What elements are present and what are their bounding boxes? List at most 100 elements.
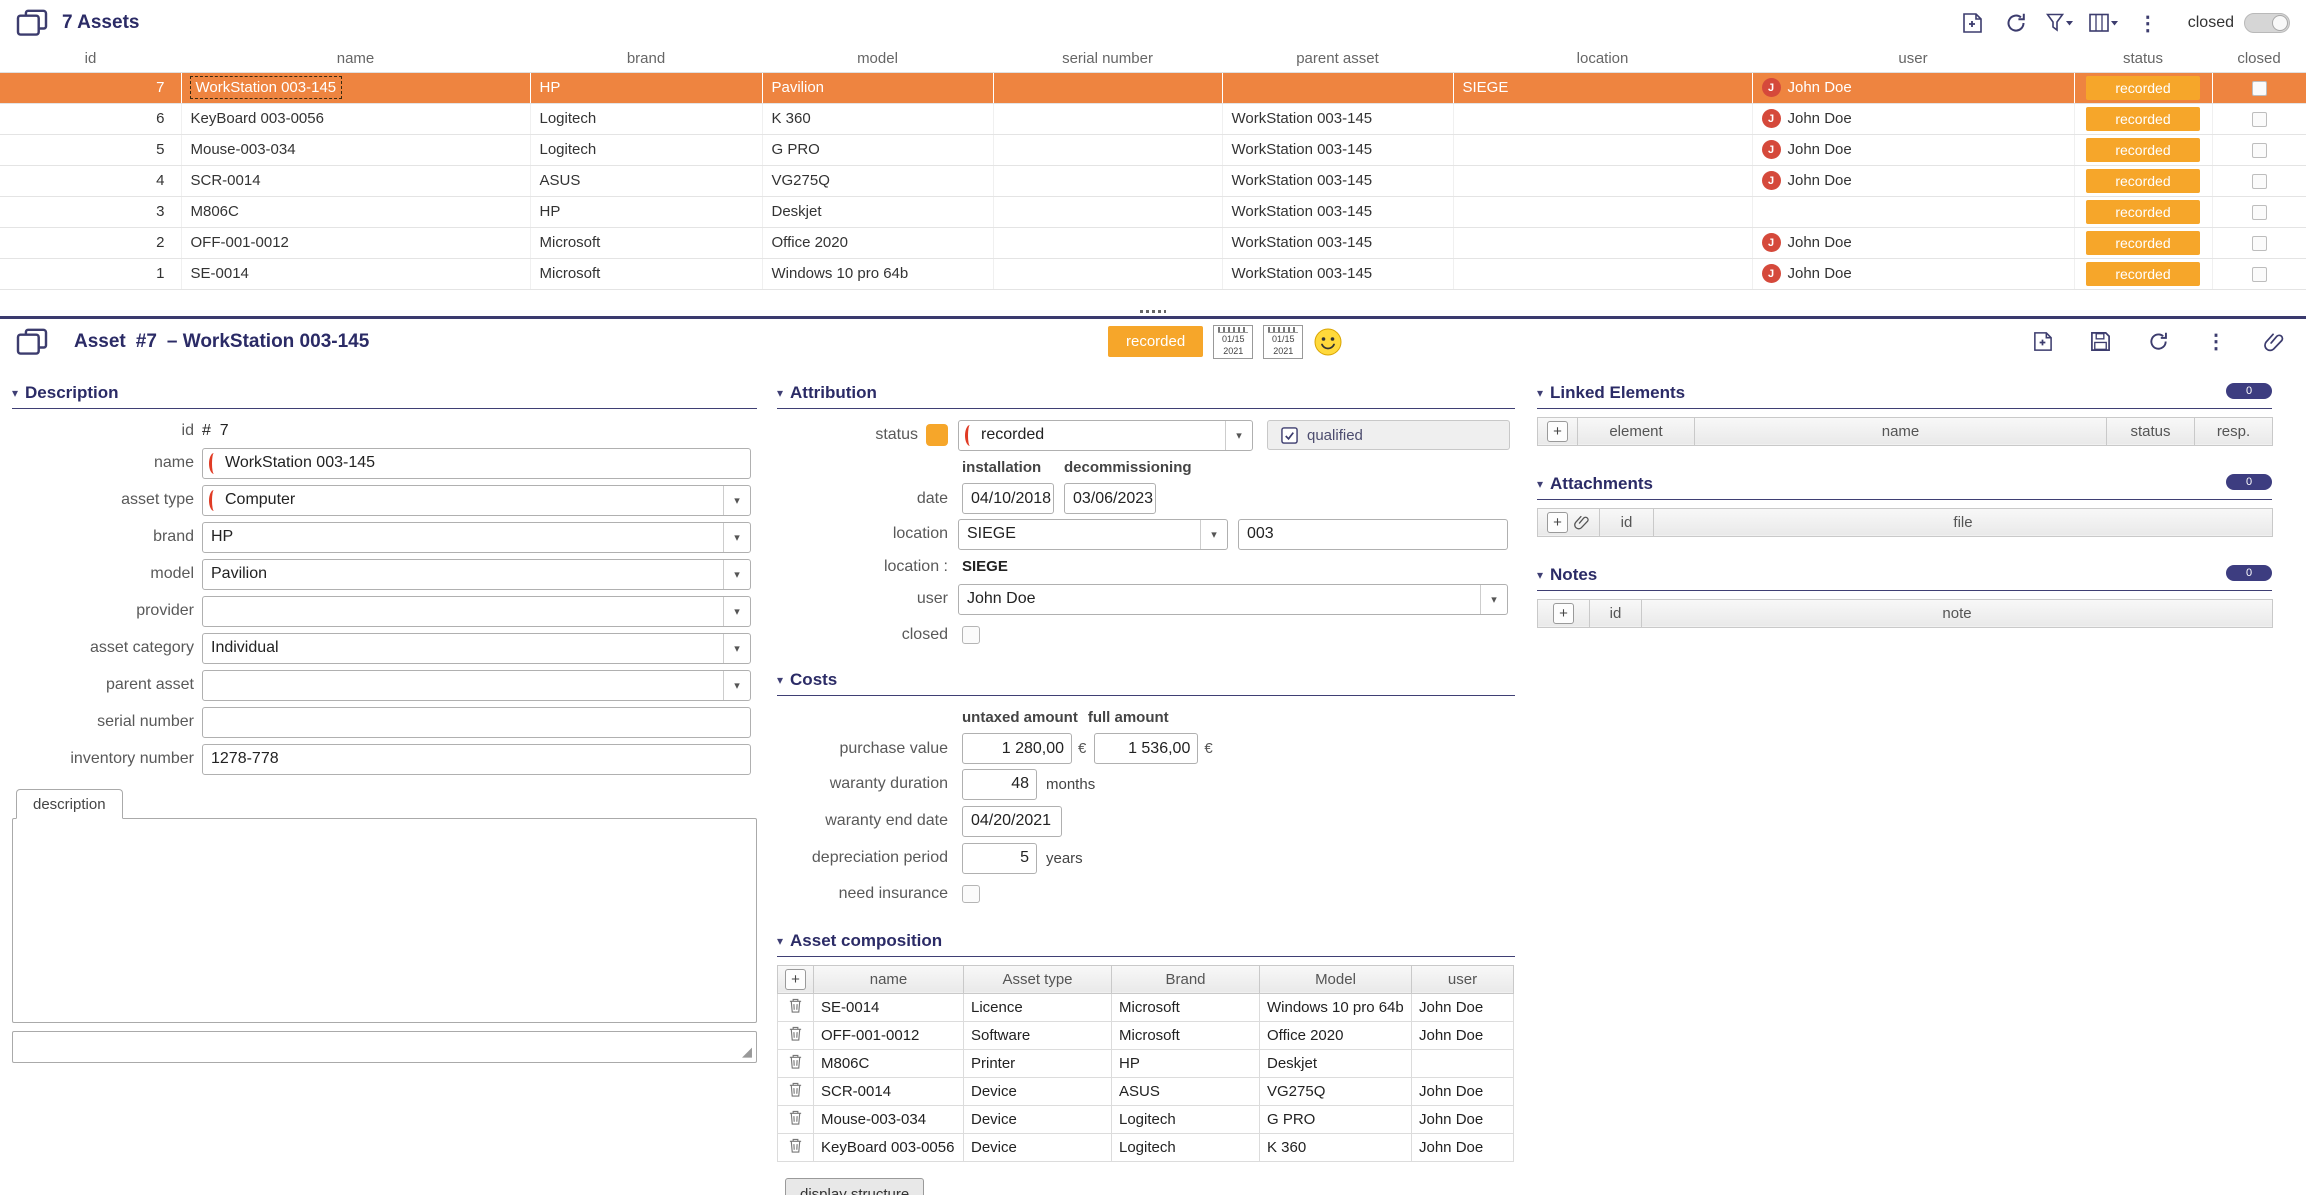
cell-id[interactable]: 7: [0, 72, 182, 104]
cell-id[interactable]: 2: [0, 227, 182, 259]
trash-icon[interactable]: [788, 1081, 803, 1098]
cell-closed[interactable]: [2212, 227, 2306, 259]
waranty-duration-input[interactable]: 48: [962, 768, 1037, 800]
qualified-button[interactable]: qualified: [1267, 420, 1510, 450]
closed-filter-toggle[interactable]: [2244, 13, 2290, 33]
note-add-icon[interactable]: [2026, 327, 2058, 357]
cell-closed[interactable]: [2212, 103, 2306, 135]
cell-brand[interactable]: HP: [1111, 1048, 1260, 1078]
cell-asset-type[interactable]: Printer: [963, 1048, 1112, 1078]
cell-serial-number[interactable]: [993, 196, 1223, 228]
cell-model[interactable]: Windows 10 pro 64b: [1259, 992, 1412, 1022]
inventory-number-input[interactable]: 1278-778: [202, 743, 751, 775]
installation-date-input[interactable]: 04/10/2018: [962, 483, 1054, 514]
cell-user[interactable]: John Doe: [1411, 1132, 1514, 1162]
cell-user[interactable]: [1411, 1048, 1514, 1078]
asset-category-select[interactable]: Individual ▾: [202, 632, 751, 664]
cell-name[interactable]: M806C: [181, 196, 531, 228]
composition-row[interactable]: KeyBoard 003-0056 Device Logitech K 360 John…: [777, 1132, 1514, 1162]
need-insurance-checkbox[interactable]: [962, 884, 980, 903]
tab-description[interactable]: description: [16, 788, 123, 819]
purchase-full-input[interactable]: 1 536,00: [1094, 733, 1199, 764]
cell-brand[interactable]: HP: [530, 72, 763, 104]
cell-asset-type[interactable]: Licence: [963, 992, 1112, 1022]
location-select[interactable]: SIEGE ▾: [958, 518, 1228, 550]
cell-user[interactable]: J John Doe: [1752, 134, 2075, 166]
trash-icon[interactable]: [788, 1109, 803, 1126]
cell-model[interactable]: G PRO: [1259, 1104, 1412, 1134]
cell-brand[interactable]: Microsoft: [530, 258, 763, 290]
cell-id[interactable]: 4: [0, 165, 182, 197]
user-select[interactable]: John Doe ▾: [958, 583, 1508, 615]
chevron-down-icon[interactable]: ▾: [723, 559, 750, 589]
chevron-down-icon[interactable]: ▾: [723, 485, 750, 515]
cell-serial-number[interactable]: [993, 134, 1223, 166]
cell-user[interactable]: J John Doe: [1752, 165, 2075, 197]
cell-model[interactable]: K 360: [762, 103, 994, 135]
cell-name[interactable]: SE-0014: [181, 258, 531, 290]
location-code-input[interactable]: 003: [1238, 518, 1508, 550]
collapse-icon[interactable]: ▾: [12, 386, 18, 400]
chevron-down-icon[interactable]: ▾: [1225, 420, 1252, 450]
cell-id[interactable]: 5: [0, 134, 182, 166]
table-row[interactable]: 5 Mouse-003-034 Logitech G PRO WorkStation 0…: [0, 134, 2306, 166]
collapse-icon[interactable]: ▾: [777, 386, 783, 400]
cell-status[interactable]: recorded: [2074, 165, 2213, 197]
closed-checkbox[interactable]: [2251, 80, 2267, 96]
column-header-status[interactable]: status: [2074, 46, 2212, 73]
cell-user[interactable]: [1752, 196, 2075, 228]
splitter-grip-icon[interactable]: [1140, 309, 1166, 313]
cell-serial-number[interactable]: [993, 72, 1223, 104]
cell-status[interactable]: recorded: [2074, 258, 2213, 290]
chevron-down-icon[interactable]: ▾: [1480, 584, 1507, 614]
cell-parent-asset[interactable]: WorkStation 003-145: [1222, 103, 1454, 135]
cell-user[interactable]: J John Doe: [1752, 72, 2075, 104]
closed-checkbox[interactable]: [2251, 111, 2267, 127]
provider-select[interactable]: ▾: [202, 595, 751, 627]
collapse-icon[interactable]: ▾: [777, 934, 783, 948]
cell-name[interactable]: WorkStation 003-145: [181, 72, 531, 104]
table-row[interactable]: 2 OFF-001-0012 Microsoft Office 2020 WorkSta…: [0, 227, 2306, 259]
cell-model[interactable]: VG275Q: [762, 165, 994, 197]
trash-icon[interactable]: [788, 1137, 803, 1154]
cell-parent-asset[interactable]: WorkStation 003-145: [1222, 227, 1454, 259]
cell-model[interactable]: Deskjet: [762, 196, 994, 228]
paperclip-icon[interactable]: [1574, 514, 1590, 530]
cell-id[interactable]: 6: [0, 103, 182, 135]
cell-model[interactable]: Pavilion: [762, 72, 994, 104]
save-icon[interactable]: [2084, 327, 2116, 357]
column-header-parent-asset[interactable]: parent asset: [1222, 46, 1453, 73]
paperclip-icon[interactable]: [2258, 327, 2290, 357]
trash-icon[interactable]: [788, 1053, 803, 1070]
cell-closed[interactable]: [2212, 134, 2306, 166]
table-row[interactable]: 7 WorkStation 003-145 HP Pavilion SIEGE J John…: [0, 72, 2306, 104]
cell-status[interactable]: recorded: [2074, 196, 2213, 228]
cell-user[interactable]: J John Doe: [1752, 258, 2075, 290]
display-structure-button[interactable]: display structure: [785, 1177, 925, 1195]
cell-user[interactable]: J John Doe: [1752, 103, 2075, 135]
table-row[interactable]: 4 SCR-0014 ASUS VG275Q WorkStation 003-145 J J…: [0, 165, 2306, 197]
cell-parent-asset[interactable]: [1222, 72, 1454, 104]
cell-asset-type[interactable]: Device: [963, 1132, 1112, 1162]
purchase-untaxed-input[interactable]: 1 280,00: [962, 733, 1072, 764]
cell-closed[interactable]: [2212, 165, 2306, 197]
cell-parent-asset[interactable]: WorkStation 003-145: [1222, 134, 1454, 166]
chevron-down-icon[interactable]: ▾: [723, 596, 750, 626]
chevron-down-icon[interactable]: ▾: [723, 633, 750, 663]
cell-brand[interactable]: Microsoft: [530, 227, 763, 259]
cell-name[interactable]: OFF-001-0012: [813, 1020, 964, 1050]
asset-type-select[interactable]: Computer ▾: [202, 484, 751, 516]
closed-checkbox[interactable]: [2251, 204, 2267, 220]
cell-name[interactable]: Mouse-003-034: [813, 1104, 964, 1134]
cell-name[interactable]: SCR-0014: [813, 1076, 964, 1106]
composition-row[interactable]: Mouse-003-034 Device Logitech G PRO John Doe: [777, 1104, 1514, 1134]
cell-brand[interactable]: Logitech: [530, 134, 763, 166]
cell-location[interactable]: [1453, 227, 1753, 259]
trash-icon[interactable]: [788, 997, 803, 1014]
pane-splitter[interactable]: [0, 309, 2306, 319]
closed-checkbox[interactable]: [2251, 173, 2267, 189]
cell-asset-type[interactable]: Device: [963, 1076, 1112, 1106]
composition-row[interactable]: SE-0014 Licence Microsoft Windows 10 pro 64…: [777, 992, 1514, 1022]
chevron-down-icon[interactable]: ▾: [723, 670, 750, 700]
cell-model[interactable]: Office 2020: [762, 227, 994, 259]
